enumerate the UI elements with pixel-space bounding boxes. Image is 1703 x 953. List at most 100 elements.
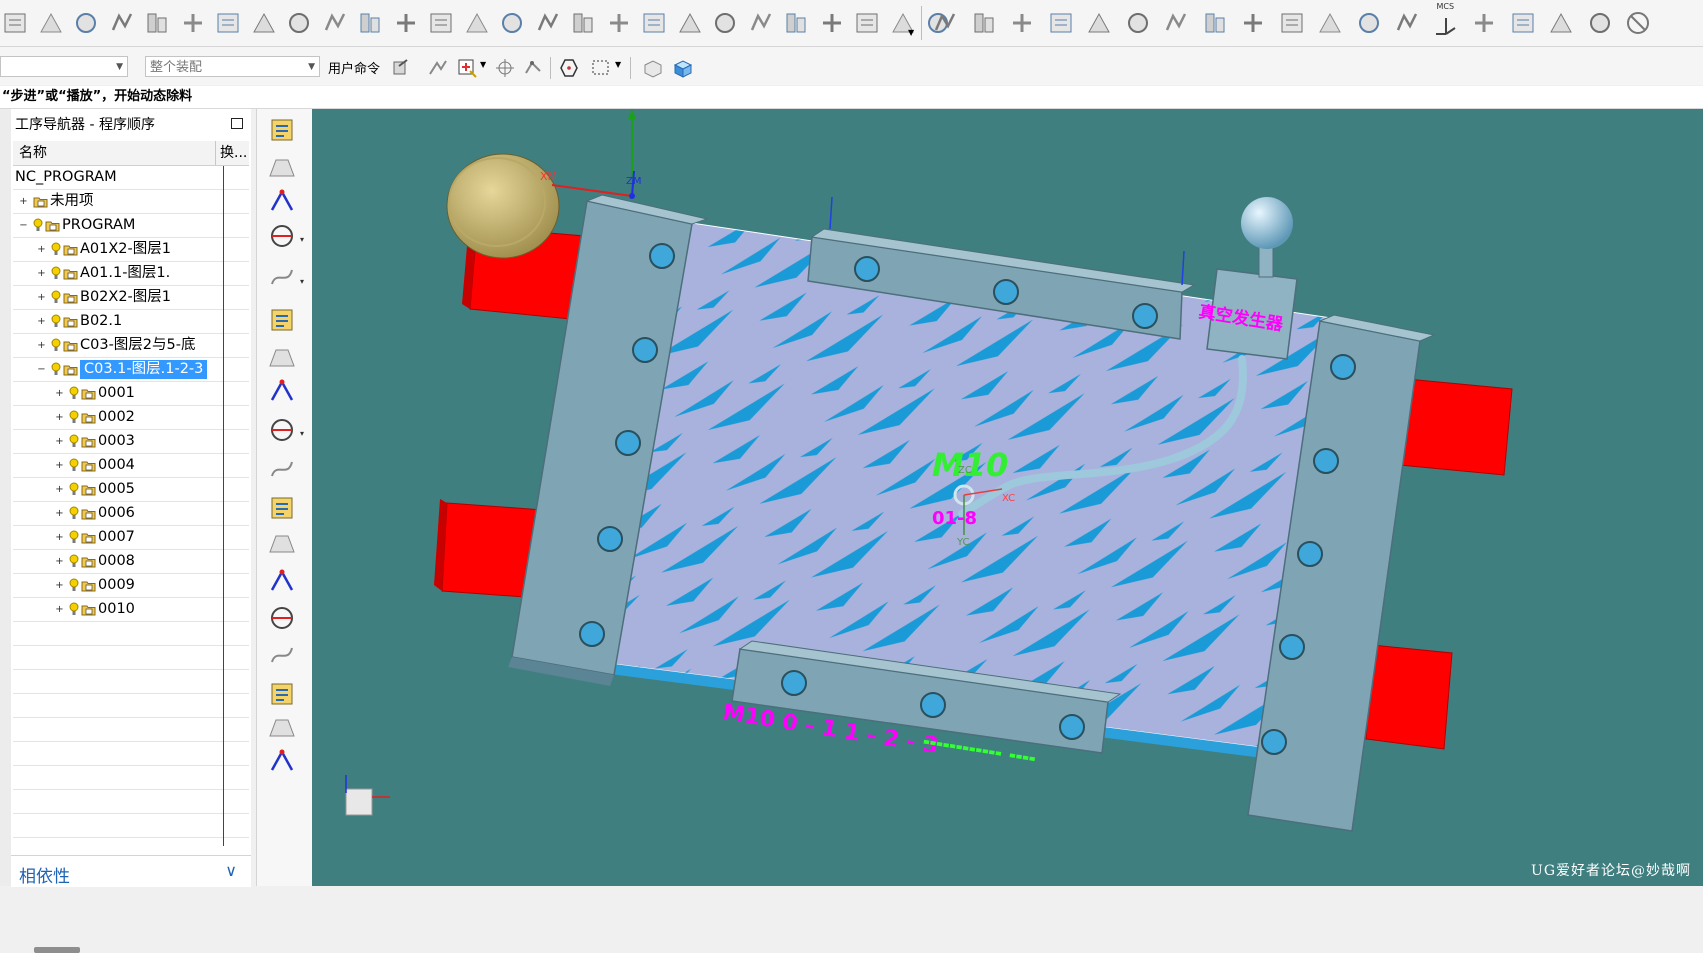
filter-select-icon[interactable] — [456, 57, 478, 79]
tree-row[interactable]: − C03.1-图层.1-2-3 — [13, 358, 249, 382]
user-command-label[interactable]: 用户命令 — [328, 58, 380, 77]
move-icon[interactable] — [320, 8, 350, 38]
csys-icon[interactable] — [266, 220, 298, 252]
grid-icon[interactable] — [852, 8, 882, 38]
ruler-icon[interactable] — [266, 566, 298, 598]
chevron-down-icon[interactable]: ▼ — [615, 60, 621, 69]
no-icon[interactable] — [1623, 8, 1653, 38]
doc-icon[interactable] — [1508, 8, 1538, 38]
shade-icon[interactable] — [1200, 8, 1230, 38]
expand-icon[interactable]: + — [55, 413, 64, 423]
align-icon[interactable] — [249, 8, 279, 38]
axis-icon[interactable] — [1315, 8, 1345, 38]
expand-icon[interactable]: + — [55, 509, 64, 519]
shaded-box-icon[interactable] — [672, 57, 694, 79]
expand-icon[interactable]: + — [55, 605, 64, 615]
expand-icon[interactable]: + — [19, 197, 28, 207]
expand-icon[interactable]: + — [37, 341, 46, 351]
expand-icon[interactable]: + — [55, 437, 64, 447]
mark-icon[interactable] — [675, 8, 705, 38]
tree-row[interactable]: NC_PROGRAM — [13, 166, 249, 190]
point-snap-icon[interactable] — [494, 57, 516, 79]
layer-icon[interactable] — [284, 8, 314, 38]
circle-measure-icon[interactable] — [266, 528, 298, 560]
expand-icon[interactable]: + — [55, 557, 64, 567]
edit-obj-icon[interactable] — [178, 8, 208, 38]
tree-row[interactable]: +0003 — [13, 430, 249, 454]
roles-icon[interactable] — [266, 262, 298, 294]
model-icon[interactable] — [266, 304, 298, 336]
display-icon[interactable] — [213, 8, 243, 38]
bars-icon[interactable] — [1392, 8, 1422, 38]
sheet-icon[interactable] — [568, 8, 598, 38]
crane-icon[interactable] — [710, 8, 740, 38]
assembly-scope-combo[interactable]: 整个装配 ▼ — [145, 56, 320, 77]
angle-icon[interactable] — [266, 454, 298, 486]
swap-icon[interactable] — [781, 8, 811, 38]
mesh-icon[interactable] — [1161, 8, 1191, 38]
chevron-down-icon[interactable]: ▾ — [300, 235, 304, 244]
ungroup-icon[interactable] — [107, 8, 137, 38]
tree-row[interactable]: +0007 — [13, 526, 249, 550]
tree-row[interactable]: +0004 — [13, 454, 249, 478]
object-icon[interactable] — [355, 8, 385, 38]
wire-icon[interactable] — [142, 8, 172, 38]
dependency-panel-header[interactable]: 相依性 ∨ — [11, 855, 251, 887]
collapse-icon[interactable]: − — [37, 365, 46, 375]
chevron-down-icon[interactable]: ▼ — [908, 28, 914, 37]
maximize-icon[interactable] — [231, 118, 243, 129]
dimension-tool-icon[interactable] — [266, 414, 298, 446]
expand-icon[interactable]: + — [55, 533, 64, 543]
chevron-down-icon[interactable]: ▾ — [300, 429, 304, 438]
mcs-icon[interactable]: MCS — [1431, 2, 1461, 38]
tree-row[interactable]: +0010 — [13, 598, 249, 622]
horizontal-scrollbar-thumb[interactable] — [34, 947, 80, 953]
tree-row[interactable]: + C03-图层2与5-底 — [13, 334, 249, 358]
transfer-icon[interactable] — [71, 8, 101, 38]
user-command-icon[interactable] — [390, 57, 412, 79]
tree-row[interactable]: +0001 — [13, 382, 249, 406]
operation-navigator-icon[interactable] — [266, 152, 298, 184]
tree-row[interactable]: +0002 — [13, 406, 249, 430]
print-icon[interactable] — [746, 8, 776, 38]
chevron-down-icon[interactable]: ▾ — [300, 277, 304, 286]
plane-icon[interactable] — [266, 342, 298, 374]
surface-icon[interactable] — [266, 602, 298, 634]
view-icon[interactable] — [1123, 8, 1153, 38]
info-icon[interactable] — [266, 640, 298, 672]
manufacturing-icon[interactable] — [0, 8, 30, 38]
expand-icon[interactable]: + — [37, 317, 46, 327]
tree-row[interactable]: + B02X2-图层1 — [13, 286, 249, 310]
wireframe-box-icon[interactable] — [642, 57, 664, 79]
chevron-down-icon[interactable]: ▼ — [480, 60, 486, 69]
copy-icon[interactable] — [36, 8, 66, 38]
column-change-header[interactable]: 换... — [220, 141, 247, 165]
tree-row[interactable]: +0009 — [13, 574, 249, 598]
tree-row[interactable]: − PROGRAM — [13, 214, 249, 238]
tree-row[interactable]: + A01X2-图层1 — [13, 238, 249, 262]
check-icon[interactable] — [1585, 8, 1615, 38]
snap-icon[interactable] — [427, 57, 449, 79]
tree-row[interactable]: +0005 — [13, 478, 249, 502]
clamp-icon[interactable] — [1469, 8, 1499, 38]
chevron-down-icon[interactable]: ∨ — [225, 861, 237, 880]
table-icon[interactable] — [1354, 8, 1384, 38]
column-divider[interactable] — [215, 141, 216, 165]
mcs-triad[interactable]: XM ZM — [540, 109, 641, 199]
expand-icon[interactable]: + — [37, 245, 46, 255]
stack-layer-icon[interactable] — [266, 376, 298, 408]
curve1-icon[interactable] — [266, 678, 298, 710]
chart-icon[interactable] — [639, 8, 669, 38]
type-filter-combo[interactable]: ▼ — [0, 56, 128, 77]
render-icon[interactable] — [462, 8, 492, 38]
wire-box-icon[interactable] — [1084, 8, 1114, 38]
curve2-icon[interactable] — [266, 712, 298, 744]
polygon-select-icon[interactable] — [558, 57, 580, 79]
collapse-icon[interactable]: − — [19, 221, 28, 231]
stack-icon[interactable] — [1046, 8, 1076, 38]
solid-icon[interactable] — [1007, 8, 1037, 38]
expand-icon[interactable]: + — [55, 581, 64, 591]
expand-icon[interactable]: + — [37, 269, 46, 279]
view-triad[interactable] — [345, 775, 390, 816]
tree-row[interactable]: + B02.1 — [13, 310, 249, 334]
